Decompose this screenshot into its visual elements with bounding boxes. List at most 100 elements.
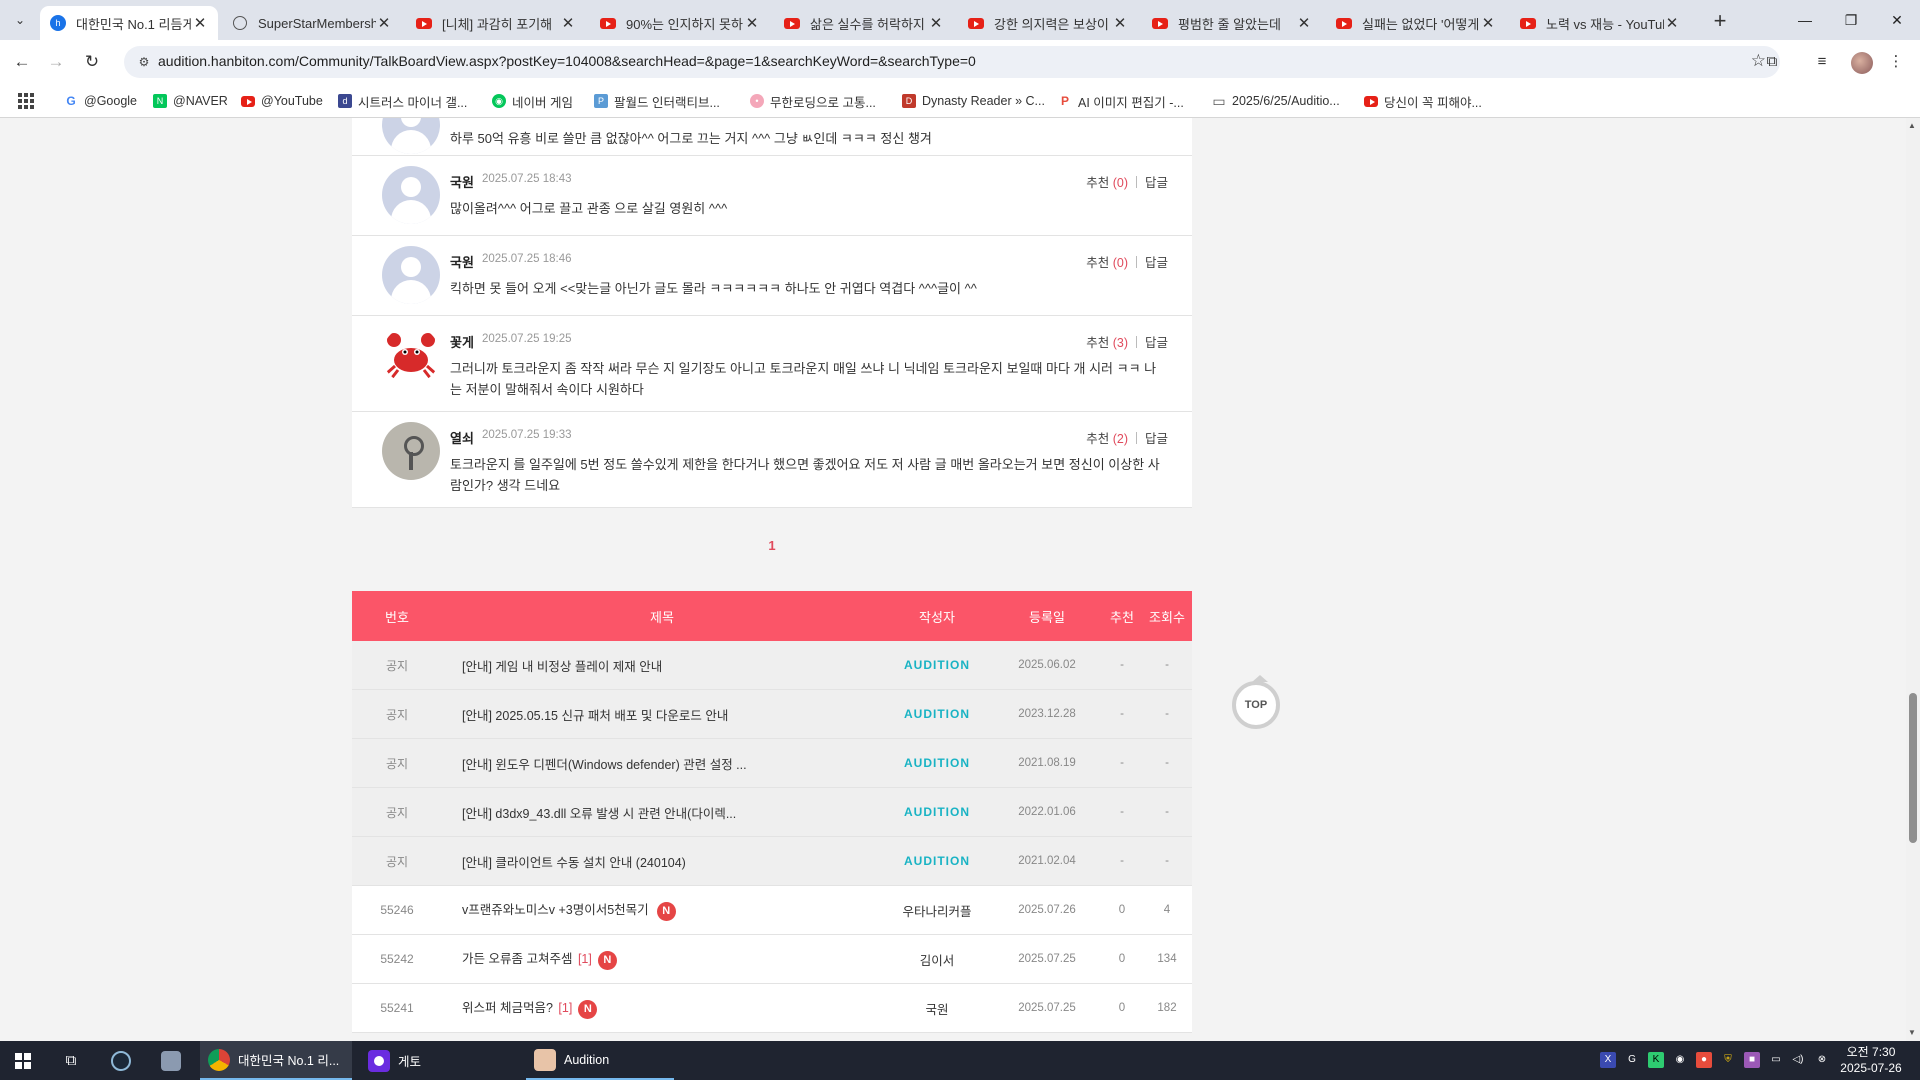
tab-youtube-6[interactable]: 실패는 없었다 '어떻게 ✕ xyxy=(1326,6,1506,40)
tray-app-icon[interactable]: X xyxy=(1600,1052,1616,1068)
url-text[interactable]: audition.hanbiton.com/Community/TalkBoar… xyxy=(158,53,976,69)
tray-chrome-icon[interactable]: ◉ xyxy=(1672,1052,1688,1068)
bookmark-dynasty[interactable]: D Dynasty Reader » C... xyxy=(902,92,1045,110)
row-title-link[interactable]: [안내] d3dx9_43.dll 오류 발생 시 관련 안내(다이렉... xyxy=(442,803,882,822)
tray-shield-icon[interactable]: ⛨ xyxy=(1720,1052,1736,1068)
site-info-icon[interactable]: ⚙ xyxy=(136,54,152,70)
scroll-down-arrow-icon[interactable]: ▼ xyxy=(1908,1028,1916,1037)
post-row[interactable]: 55242 가든 오류좀 고쳐주셈 [1] N 김이서 2025.07.25 0 … xyxy=(352,935,1192,984)
notice-row[interactable]: 공지 [안내] 클라이언트 수동 설치 안내 (240104) AUDITION… xyxy=(352,837,1192,886)
reply-button[interactable]: 답글 xyxy=(1145,256,1168,270)
steam-icon[interactable] xyxy=(106,1041,136,1080)
bookmark-ai-editor[interactable]: P AI 이미지 편집기 -... xyxy=(1058,92,1184,110)
tab-youtube-2[interactable]: 90%는 인지하지 못하 ✕ xyxy=(590,6,770,40)
back-button[interactable]: ← xyxy=(8,48,36,76)
row-title-link[interactable]: 가든 오류좀 고쳐주셈 [1] N xyxy=(442,948,882,970)
scroll-thumb[interactable] xyxy=(1909,693,1917,843)
reply-button[interactable]: 답글 xyxy=(1145,432,1168,446)
game-launcher-icon[interactable] xyxy=(156,1041,186,1080)
notice-row[interactable]: 공지 [안내] 2025.05.15 신규 패처 배포 및 다운로드 안내 AU… xyxy=(352,690,1192,739)
taskbar-app-audition[interactable]: Audition xyxy=(526,1041,674,1080)
notice-row[interactable]: 공지 [안내] 윈도우 디펜더(Windows defender) 관련 설정 … xyxy=(352,739,1192,788)
key-avatar xyxy=(382,422,440,480)
tab-search-chevron-icon[interactable]: ⌄ xyxy=(8,8,32,32)
row-title-link[interactable]: [안내] 클라이언트 수동 설치 안내 (240104) xyxy=(442,852,882,871)
apps-grid-icon[interactable] xyxy=(18,93,34,109)
close-tab-icon[interactable]: ✕ xyxy=(1296,14,1312,32)
recommend-button[interactable]: 추천 (3) xyxy=(1086,336,1128,350)
close-tab-icon[interactable]: ✕ xyxy=(192,14,208,32)
media-controls-icon[interactable]: ≡ xyxy=(1810,50,1834,74)
close-tab-icon[interactable]: ✕ xyxy=(560,14,576,32)
close-tab-icon[interactable]: ✕ xyxy=(376,14,392,32)
task-view-icon[interactable]: ⧉ xyxy=(56,1041,86,1080)
volume-icon[interactable]: ◁) xyxy=(1790,1052,1806,1068)
bookmark-youtube-video[interactable]: 당신이 꼭 피해야... xyxy=(1364,92,1482,110)
restore-button[interactable]: ❐ xyxy=(1828,0,1874,40)
tab-youtube-5[interactable]: 평범한 줄 알았는데 ✕ xyxy=(1142,6,1322,40)
row-title-link[interactable]: 위스퍼 체금먹음? [1] N xyxy=(442,997,882,1019)
row-date: 2025.07.25 xyxy=(1018,953,1076,965)
close-tab-icon[interactable]: ✕ xyxy=(744,14,760,32)
youtube-icon xyxy=(1336,15,1352,31)
tab-superstar[interactable]: SuperStarMembership ✕ xyxy=(222,6,402,40)
menu-icon[interactable]: ⋮ xyxy=(1884,50,1908,74)
close-tab-icon[interactable]: ✕ xyxy=(1480,14,1496,32)
row-title-link[interactable]: [안내] 윈도우 디펜더(Windows defender) 관련 설정 ... xyxy=(442,754,882,773)
notification-icon[interactable]: ⊗ xyxy=(1814,1052,1830,1068)
reply-button[interactable]: 답글 xyxy=(1145,336,1168,350)
tab-youtube-7[interactable]: 노력 vs 재능 - YouTube ✕ xyxy=(1510,6,1690,40)
row-title-link[interactable]: [안내] 2025.05.15 신규 패처 배포 및 다운로드 안내 xyxy=(442,705,882,724)
system-clock[interactable]: 오전 7:30 2025-07-26 xyxy=(1836,1044,1906,1076)
tab-youtube-1[interactable]: [니체] 과감히 포기해 ✕ xyxy=(406,6,586,40)
close-tab-icon[interactable]: ✕ xyxy=(928,14,944,32)
forward-button[interactable]: → xyxy=(42,48,70,76)
notice-row[interactable]: 공지 [안내] d3dx9_43.dll 오류 발생 시 관련 안내(다이렉..… xyxy=(352,788,1192,837)
reload-button[interactable]: ↻ xyxy=(78,48,106,76)
tab-hanbiton[interactable]: h 대한민국 No.1 리듬게 ✕ xyxy=(40,6,218,40)
taskbar-app-geto[interactable]: 게토 xyxy=(360,1041,520,1080)
bookmark-naver-game[interactable]: ◉ 네이버 게임 xyxy=(492,92,573,110)
profile-avatar[interactable] xyxy=(1851,52,1873,74)
bookmark-youtube[interactable]: @YouTube xyxy=(241,92,323,110)
close-tab-icon[interactable]: ✕ xyxy=(1664,14,1680,32)
tray-app-icon[interactable]: ■ xyxy=(1744,1052,1760,1068)
post-row[interactable]: 55241 위스퍼 체금먹음? [1] N 국원 2025.07.25 0 182 xyxy=(352,984,1192,1033)
row-title-link[interactable]: v프랜쥬와노미스v +3명이서5천목기 N xyxy=(442,899,882,921)
taskbar-app-chrome[interactable]: 대한민국 No.1 리... xyxy=(200,1041,352,1080)
post-row[interactable]: 55246 v프랜쥬와노미스v +3명이서5천목기 N 우타나리커플 2025.0… xyxy=(352,886,1192,935)
tab-title: 90%는 인지하지 못하 xyxy=(626,16,743,32)
network-icon[interactable]: ▭ xyxy=(1768,1052,1784,1068)
tray-app-icon[interactable]: G xyxy=(1624,1052,1640,1068)
reply-button[interactable]: 답글 xyxy=(1145,176,1168,190)
bookmark-palworld[interactable]: P 팔월드 인터랙티브... xyxy=(594,92,720,110)
close-window-button[interactable]: ✕ xyxy=(1874,0,1920,40)
recommend-button[interactable]: 추천 (2) xyxy=(1086,432,1128,446)
recommend-button[interactable]: 추천 (0) xyxy=(1086,256,1128,270)
bookmark-loading[interactable]: • 무한로딩으로 고통... xyxy=(750,92,876,110)
address-bar[interactable]: ⚙ audition.hanbiton.com/Community/TalkBo… xyxy=(124,46,1780,78)
bookmark-dc[interactable]: d 시트러스 마이너 갤... xyxy=(338,92,467,110)
bookmark-google[interactable]: G @Google xyxy=(64,92,137,110)
page-scrollbar[interactable]: ▲ ▼ xyxy=(1906,118,1920,1041)
bookmark-naver[interactable]: N @NAVER xyxy=(153,92,228,110)
tray-app-icon[interactable]: K xyxy=(1648,1052,1664,1068)
tab-youtube-3[interactable]: 삶은 실수를 허락하지 ✕ xyxy=(774,6,954,40)
comment-text: 그러니까 토크라운지 좀 작작 써라 무슨 지 일기장도 아니고 토크라운지 매… xyxy=(450,361,1157,397)
scroll-top-button[interactable]: TOP xyxy=(1232,675,1280,729)
extensions-icon[interactable]: ⧉ xyxy=(1760,50,1784,74)
page-link-current[interactable]: 1 xyxy=(768,538,775,553)
bookmark-folder[interactable]: ▭ 2025/6/25/Auditio... xyxy=(1212,92,1339,110)
row-title-link[interactable]: [안내] 게임 내 비정상 플레이 제재 안내 xyxy=(442,656,882,675)
comment-count: [1] xyxy=(577,952,592,967)
scroll-up-arrow-icon[interactable]: ▲ xyxy=(1908,121,1916,130)
close-tab-icon[interactable]: ✕ xyxy=(1112,14,1128,32)
windows-start-icon[interactable] xyxy=(8,1041,38,1080)
tray-app-icon[interactable]: ● xyxy=(1696,1052,1712,1068)
tab-youtube-4[interactable]: 강한 의지력은 보상이 ✕ xyxy=(958,6,1138,40)
new-tab-button[interactable]: + xyxy=(1706,8,1734,36)
recommend-button[interactable]: 추천 (0) xyxy=(1086,176,1128,190)
pagination: 1 xyxy=(352,538,1192,553)
notice-row[interactable]: 공지 [안내] 게임 내 비정상 플레이 제재 안내 AUDITION 2025… xyxy=(352,641,1192,690)
minimize-button[interactable]: — xyxy=(1782,0,1828,40)
